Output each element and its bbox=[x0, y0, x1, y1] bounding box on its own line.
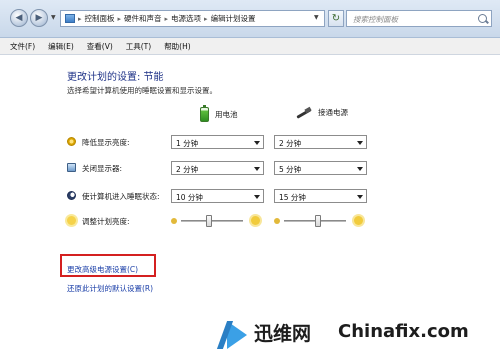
restore-defaults-link[interactable]: 还原此计划的默认设置(R) bbox=[67, 283, 153, 294]
sleep-plugged-in-select[interactable]: 15 分钟 bbox=[274, 189, 367, 203]
menu-help[interactable]: 帮助(H) bbox=[164, 41, 191, 52]
control-panel-icon bbox=[65, 14, 75, 23]
select-value: 2 分钟 bbox=[176, 165, 199, 174]
brightness-row: 调整计划亮度: bbox=[67, 214, 467, 228]
chevron-down-icon bbox=[254, 167, 260, 171]
sleep-label: 使计算机进入睡眠状态: bbox=[82, 192, 160, 201]
turn-off-display-plugged-in-select[interactable]: 5 分钟 bbox=[274, 161, 367, 175]
chevron-down-icon bbox=[357, 195, 363, 199]
search-icon[interactable] bbox=[478, 14, 487, 23]
slider-track[interactable] bbox=[181, 220, 243, 222]
search-input[interactable]: 搜索控制面板 bbox=[346, 10, 492, 27]
menu-view[interactable]: 查看(V) bbox=[87, 41, 113, 52]
chevron-down-icon bbox=[357, 167, 363, 171]
battery-column-header: 用电池 bbox=[200, 105, 238, 122]
breadcrumb-item[interactable]: 编辑计划设置 bbox=[211, 13, 256, 24]
sleep-row: 使计算机进入睡眠状态: 10 分钟 15 分钟 bbox=[67, 189, 467, 203]
forward-button[interactable]: ▶ bbox=[30, 9, 48, 27]
dim-display-label: 降低显示亮度: bbox=[82, 138, 130, 147]
turn-off-display-row: 关闭显示器: 2 分钟 5 分钟 bbox=[67, 161, 467, 175]
select-value: 15 分钟 bbox=[279, 193, 306, 202]
monitor-icon bbox=[67, 163, 76, 172]
dim-display-row: 降低显示亮度: 1 分钟 2 分钟 bbox=[67, 135, 467, 149]
dim-sun-icon bbox=[171, 218, 177, 224]
dim-display-battery-select[interactable]: 1 分钟 bbox=[171, 135, 264, 149]
back-button[interactable]: ◀ bbox=[10, 9, 28, 27]
turn-off-display-battery-select[interactable]: 2 分钟 bbox=[171, 161, 264, 175]
breadcrumb-item[interactable]: 电源选项 bbox=[171, 13, 201, 24]
moon-icon bbox=[67, 191, 76, 200]
select-value: 5 分钟 bbox=[279, 165, 302, 174]
breadcrumb-item[interactable]: 控制面板 bbox=[85, 13, 115, 24]
chinafix-logo-icon bbox=[222, 315, 252, 357]
menu-tools[interactable]: 工具(T) bbox=[126, 41, 151, 52]
edit-plan-settings-panel: 更改计划的设置: 节能 选择希望计算机使用的睡眠设置和显示设置。 用电池 接通电… bbox=[0, 56, 500, 357]
brightness-label: 调整计划亮度: bbox=[82, 217, 130, 226]
sleep-battery-select[interactable]: 10 分钟 bbox=[171, 189, 264, 203]
chevron-down-icon bbox=[254, 195, 260, 199]
power-plug-icon bbox=[296, 108, 312, 118]
dim-display-plugged-in-select[interactable]: 2 分钟 bbox=[274, 135, 367, 149]
breadcrumb-separator: ▸ bbox=[204, 14, 208, 23]
dim-sun-icon bbox=[67, 137, 76, 146]
breadcrumb-item[interactable]: 硬件和声音 bbox=[124, 13, 162, 24]
breadcrumb-separator: ▸ bbox=[117, 14, 122, 23]
select-value: 2 分钟 bbox=[279, 139, 302, 148]
select-value: 1 分钟 bbox=[176, 139, 199, 148]
turn-off-display-label: 关闭显示器: bbox=[82, 164, 123, 173]
slider-thumb[interactable] bbox=[205, 215, 212, 227]
menu-bar: 文件(F) 编辑(E) 查看(V) 工具(T) 帮助(H) bbox=[0, 38, 500, 55]
bright-sun-icon bbox=[251, 216, 260, 225]
breadcrumb-separator: ▸ bbox=[164, 14, 169, 23]
battery-column-label: 用电池 bbox=[215, 110, 238, 119]
advanced-power-settings-link[interactable]: 更改高级电源设置(C) bbox=[67, 264, 138, 275]
watermark-domain: Chinafix.com bbox=[338, 321, 469, 342]
breadcrumb[interactable]: ▸ 控制面板 ▸ 硬件和声音 ▸ 电源选项 ▸ 编辑计划设置 bbox=[60, 10, 325, 27]
battery-icon bbox=[200, 105, 209, 122]
recent-pages-chevron-icon[interactable]: ▼ bbox=[51, 14, 56, 21]
plugged-in-column-label: 接通电源 bbox=[318, 108, 348, 117]
chevron-down-icon bbox=[254, 141, 260, 145]
dim-sun-icon bbox=[274, 218, 280, 224]
brightness-battery-slider[interactable] bbox=[171, 214, 264, 228]
menu-file[interactable]: 文件(F) bbox=[10, 41, 35, 52]
refresh-button[interactable]: ↻ bbox=[328, 10, 344, 27]
watermark: 迅维网 Chinafix.com bbox=[222, 315, 500, 357]
plugged-in-column-header: 接通电源 bbox=[296, 107, 348, 118]
bright-sun-icon bbox=[354, 216, 363, 225]
address-bar: ◀ ▶ ▼ ▸ 控制面板 ▸ 硬件和声音 ▸ 电源选项 ▸ 编辑计划设置 ▼ ↻… bbox=[0, 0, 500, 38]
page-description: 选择希望计算机使用的睡眠设置和显示设置。 bbox=[67, 86, 217, 95]
page-title: 更改计划的设置: 节能 bbox=[67, 72, 164, 83]
breadcrumb-separator: ▸ bbox=[78, 14, 82, 23]
search-placeholder: 搜索控制面板 bbox=[353, 15, 398, 24]
menu-edit[interactable]: 编辑(E) bbox=[48, 41, 74, 52]
slider-thumb[interactable] bbox=[315, 215, 322, 227]
brightness-icon bbox=[67, 216, 76, 225]
address-dropdown-chevron-icon[interactable]: ▼ bbox=[314, 14, 319, 21]
brightness-plugged-in-slider[interactable] bbox=[274, 214, 367, 228]
select-value: 10 分钟 bbox=[176, 193, 203, 202]
chevron-down-icon bbox=[357, 141, 363, 145]
watermark-brand: 迅维网 bbox=[254, 323, 312, 345]
